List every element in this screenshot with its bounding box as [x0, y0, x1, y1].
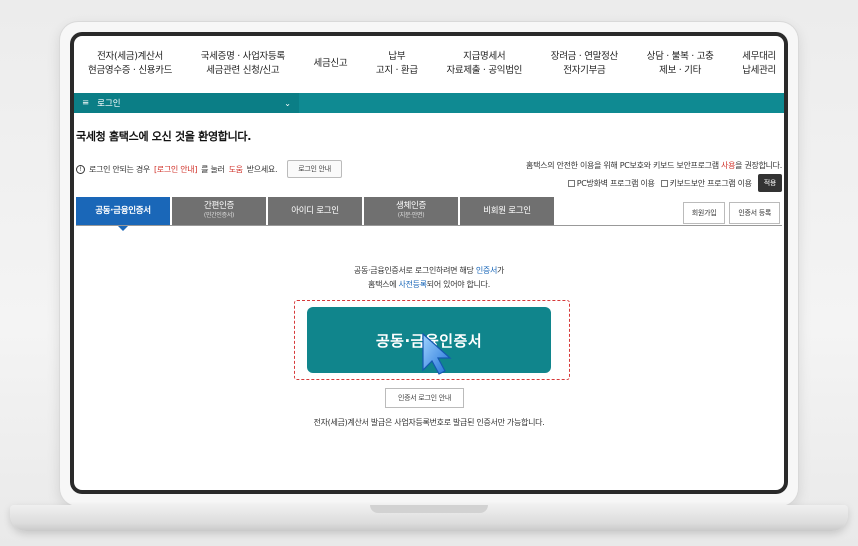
nav-tax-filing[interactable]: 세금신고 [314, 57, 348, 71]
breadcrumb[interactable]: ≡ 로그인 ⌄ [74, 93, 299, 113]
security-options: PC방화벽 프로그램 이용 키보드보안 프로그램 이용 적용 [567, 174, 782, 192]
top-navigation: 전자(세금)계산서 현금영수증 · 신용카드 국세증명 · 사업자등록 세금관련 신… [74, 36, 784, 92]
mouse-cursor-icon [422, 332, 452, 375]
tab-underline [76, 225, 782, 226]
pc-firewall-checkbox[interactable]: PC방화벽 프로그램 이용 [567, 178, 655, 189]
nav-tax-certificate[interactable]: 국세증명 · 사업자등록 세금관련 신청/신고 [201, 50, 285, 78]
nav-incentive[interactable]: 장려금 · 연말정산 전자기부금 [551, 50, 619, 78]
login-guide-button[interactable]: 로그인 안내 [287, 160, 342, 178]
login-tabs: 공동·금융인증서 간편인증 (민간인증서) 아이디 로그인 생체인증 (지문·안면)… [76, 197, 554, 231]
page-title: 국세청 홈택스에 오신 것을 환영합니다. [76, 130, 252, 143]
register-cert-button[interactable]: 인증서 등록 [729, 202, 780, 224]
checkbox-icon [567, 179, 575, 187]
checkbox-icon [660, 179, 668, 187]
laptop-notch [370, 505, 488, 513]
tab-id-login[interactable]: 아이디 로그인 [268, 197, 362, 225]
login-help-row: ! 로그인 안되는 경우 [로그인 안내] 를 눌러 도움 받으세요. 로그인 안내 [76, 160, 342, 178]
signup-button[interactable]: 회원가입 [682, 202, 726, 224]
cert-description: 공동·금융인증서로 로그인하려면 해당 인증서가 홈택스에 사전등록되어 있어야… [353, 266, 505, 289]
tab-guest-login[interactable]: 비회원 로그인 [460, 197, 554, 225]
cert-login-guide-button[interactable]: 인증서 로그인 안내 [385, 388, 464, 408]
security-notice: 홈택스의 안전한 이용을 위해 PC보호와 키보드 보안프로그램 사용을 권장합… [526, 161, 782, 170]
nav-consultation[interactable]: 상담 · 불복 · 고충 제보 · 기타 [647, 50, 714, 78]
tab-biometric[interactable]: 생체인증 (지문·안면) [364, 197, 458, 225]
login-guide-link[interactable]: [로그인 안내] [154, 164, 197, 175]
tab-simple-auth[interactable]: 간편인증 (민간인증서) [172, 197, 266, 225]
cert-link[interactable]: 인증서 [476, 266, 497, 275]
nav-e-invoice[interactable]: 전자(세금)계산서 현금영수증 · 신용카드 [88, 50, 172, 78]
keyboard-security-checkbox[interactable]: 키보드보안 프로그램 이용 [660, 178, 752, 189]
browser-screen: 전자(세금)계산서 현금영수증 · 신용카드 국세증명 · 사업자등록 세금관련 신… [74, 36, 784, 490]
info-icon: ! [76, 164, 85, 174]
apply-button[interactable]: 적용 [757, 174, 782, 192]
nav-tax-agent[interactable]: 세무대리 납세관리 [742, 50, 776, 78]
pre-register-link[interactable]: 사전등록 [399, 280, 428, 289]
breadcrumb-label: 로그인 [97, 99, 121, 109]
chevron-down-icon: ⌄ [284, 98, 291, 108]
tab-joint-certificate[interactable]: 공동·금융인증서 [76, 197, 170, 231]
invoice-footnote: 전자(세금)계산서 발급은 사업자등록번호로 발급된 인증서만 가능합니다. [313, 418, 545, 427]
account-buttons: 회원가입 인증서 등록 [682, 202, 780, 224]
teal-menu-bar: ≡ 로그인 ⌄ [74, 93, 784, 113]
menu-icon: ≡ [82, 98, 90, 108]
nav-payment[interactable]: 납부 고지 · 환급 [376, 50, 418, 78]
nav-payment-statement[interactable]: 지급명세서 자료제출 · 공익법인 [446, 50, 522, 78]
